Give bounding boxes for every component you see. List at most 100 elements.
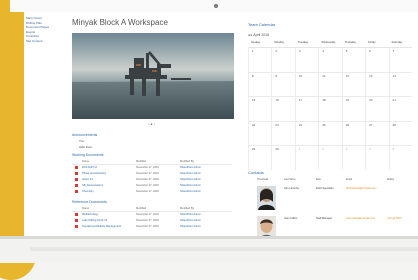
calendar-week: 8 9 10 11 12 13 14: [248, 72, 412, 97]
calendar-day[interactable]: 30: [271, 146, 294, 170]
calendar-day[interactable]: 6: [365, 48, 388, 72]
calendar-day[interactable]: 10: [294, 72, 318, 96]
table-row[interactable]: DOCSOFT-8 November 27, 2016 SharePoint Adm…: [72, 166, 232, 170]
contact-row[interactable]: Ahn Larsoha Field Specialist field.larso…: [248, 184, 412, 214]
calendar-day[interactable]: 20: [365, 97, 388, 121]
table-row[interactable]: SB_Deeternations November 27, 2016 SharePo…: [72, 184, 232, 188]
announcements-title: Announcements: [72, 133, 98, 137]
calendar-day[interactable]: 21: [388, 97, 412, 121]
calendar-day[interactable]: 15: [248, 97, 271, 121]
calendar-day[interactable]: 29: [248, 146, 271, 170]
contact-mobile[interactable]: +60 (4) 5613: [387, 217, 402, 220]
document-modified-by[interactable]: SharePoint Admin: [180, 190, 201, 193]
calendar-day[interactable]: 22: [248, 121, 271, 145]
camera-icon: [214, 4, 218, 8]
calendar-month-label: April 2018: [253, 33, 270, 37]
table-row[interactable]: Action 01 November 27, 2016 SharePoint Adm…: [72, 178, 232, 182]
hero-image: [72, 33, 234, 119]
working-documents-modified-by-header: Modified By: [180, 160, 195, 163]
calendar-day[interactable]: 4: [365, 146, 388, 170]
working-documents-name-header: Name: [82, 160, 90, 163]
document-name[interactable]: Action 01: [82, 178, 93, 181]
calendar-day[interactable]: 4: [318, 48, 341, 72]
calendar-day[interactable]: 3: [294, 48, 318, 72]
contacts-mobile-header: Mobile: [387, 178, 395, 181]
contacts-role-header: Role: [316, 178, 321, 181]
calendar-day[interactable]: 7: [388, 48, 412, 72]
calendar-grid: Sunday Monday Tuesday Wednesday Thursday…: [248, 39, 412, 170]
document-modified-by[interactable]: SharePoint Admin: [180, 219, 201, 222]
document-modified-by[interactable]: SharePoint Admin: [180, 178, 201, 181]
document-modified-by[interactable]: SharePoint Admin: [180, 166, 201, 169]
document-name[interactable]: SB_Deeternations: [82, 184, 103, 187]
calendar-week: 22 23 24 25 26 27 28: [248, 121, 412, 146]
contact-email-link[interactable]: field.larsoha@minyak.com: [346, 187, 376, 190]
document-modified-by[interactable]: SharePoint Admin: [180, 225, 201, 228]
calendar-day[interactable]: 23: [271, 121, 294, 145]
calendar-day[interactable]: 25: [318, 121, 341, 145]
calendar-day[interactable]: 24: [294, 121, 318, 145]
contacts-last-name-header: Last Name: [284, 178, 296, 181]
calendar-day[interactable]: 18: [318, 97, 341, 121]
table-row[interactable]: Welldemology November 27, 2016 SharePoint …: [72, 213, 232, 217]
calendar-day[interactable]: 9: [271, 72, 294, 96]
calendar-day[interactable]: 5: [388, 146, 412, 170]
document-icon: [75, 225, 78, 229]
table-row[interactable]: Phase and Hierarchy November 27, 2016 Shar…: [72, 172, 232, 176]
divider: [72, 164, 232, 165]
carousel-dots: •••: [148, 122, 156, 128]
document-modified-by[interactable]: SharePoint Admin: [180, 184, 201, 187]
calendar-day[interactable]: 13: [365, 72, 388, 96]
table-row[interactable]: Lake Drilling 23.01.13 November 27, 2016 S…: [72, 219, 232, 223]
calendar-title: Team Calendar: [248, 22, 276, 27]
reference-documents-modified-header: Modified: [136, 207, 147, 210]
contact-name: Ivan Collins: [284, 217, 298, 220]
document-icon: [75, 178, 78, 182]
document-name[interactable]: Phase and Hierarchy: [82, 172, 106, 175]
calendar-day[interactable]: 19: [341, 97, 365, 121]
calendar-day[interactable]: 2: [271, 48, 294, 72]
laptop-frame: Main Crews Drilling Plan Document Pages …: [0, 0, 418, 280]
document-name[interactable]: Operational Wellsite Management: [82, 225, 121, 228]
calendar-day[interactable]: 26: [341, 121, 365, 145]
calendar-day[interactable]: 1: [248, 48, 271, 72]
document-modified-by[interactable]: SharePoint Admin: [180, 213, 201, 216]
calendar-day[interactable]: 28: [388, 121, 412, 145]
calendar-day[interactable]: 17: [294, 97, 318, 121]
calendar-day[interactable]: 8: [248, 72, 271, 96]
document-modified: November 27, 2016: [136, 178, 159, 181]
table-row[interactable]: Operational Wellsite Management November …: [72, 225, 232, 229]
calendar-day[interactable]: 16: [271, 97, 294, 121]
calendar-weekday: Friday: [368, 41, 376, 44]
document-name[interactable]: DOCSOFT-8: [82, 166, 97, 169]
calendar-prev-icon[interactable]: ◂: [248, 33, 250, 37]
calendar-day[interactable]: 3: [341, 146, 365, 170]
screen: Main Crews Drilling Plan Document Pages …: [24, 12, 418, 237]
calendar-weekday: Sunday: [251, 41, 261, 44]
document-name[interactable]: Lake Drilling 23.01.13: [82, 219, 107, 222]
laptop-shadow: [30, 247, 418, 251]
contact-photo: [257, 186, 276, 210]
document-icon: [75, 166, 78, 170]
sidebar-item-site-content[interactable]: Site Content: [26, 39, 66, 44]
document-modified: November 27, 2016: [136, 184, 159, 187]
announcement-item[interactable]: Hello there: [79, 146, 92, 149]
contact-email-link[interactable]: ivan.collins@minyak.com: [346, 217, 375, 220]
calendar-month: ◂ ▸ April 2018: [248, 33, 269, 37]
sidebar-nav: Main Crews Drilling Plan Document Pages …: [26, 16, 66, 44]
table-row[interactable]: Chemistry November 27, 2016 SharePoint Adm…: [72, 190, 232, 194]
contact-row[interactable]: Ivan Collins Staff Manager ivan.collins@…: [248, 214, 412, 237]
carousel-dot-3[interactable]: •: [154, 122, 157, 128]
calendar-day[interactable]: 2: [318, 146, 341, 170]
calendar-day[interactable]: 5: [341, 48, 365, 72]
document-name[interactable]: Chemistry: [82, 190, 94, 193]
document-modified-by[interactable]: SharePoint Admin: [180, 172, 201, 175]
calendar-day[interactable]: 12: [341, 72, 365, 96]
document-name[interactable]: Welldemology: [82, 213, 98, 216]
calendar-day[interactable]: 27: [365, 121, 388, 145]
calendar-day[interactable]: 14: [388, 72, 412, 96]
calendar-weekday: Monday: [274, 41, 284, 44]
document-modified: November 27, 2016: [136, 213, 159, 216]
calendar-day[interactable]: 11: [318, 72, 341, 96]
calendar-day[interactable]: 1: [294, 146, 318, 170]
